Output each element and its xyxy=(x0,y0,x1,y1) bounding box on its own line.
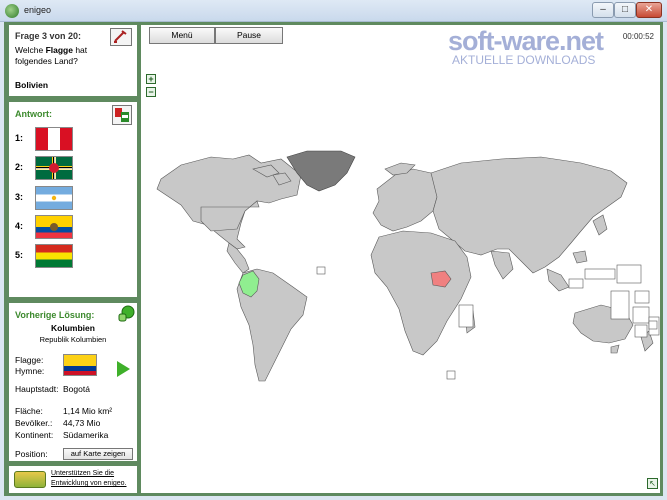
map-area[interactable]: Menü Pause 00:00:52 soft-ware.net AKTUEL… xyxy=(141,25,660,493)
flag-argentina[interactable] xyxy=(35,186,73,210)
population-label: Bevölker.: xyxy=(15,418,53,428)
previous-solution-panel: Vorherige Lösung: Kolumbien Republik Kol… xyxy=(9,303,137,461)
continent-label: Kontinent: xyxy=(15,430,54,440)
flag-mode-icon[interactable] xyxy=(112,105,132,125)
answer-number: 5: xyxy=(15,250,24,260)
support-link[interactable]: Unterstützen Sie die Entwicklung von eni… xyxy=(51,469,135,489)
africa xyxy=(370,230,472,356)
answer-number: 3: xyxy=(15,192,24,202)
expand-map-icon[interactable]: ↖ xyxy=(647,478,658,489)
flag-dominica[interactable] xyxy=(35,156,73,180)
watermark-tagline: AKTUELLE DOWNLOADS xyxy=(452,53,596,67)
zoom-out-button[interactable]: − xyxy=(146,87,156,97)
minimize-button[interactable]: – xyxy=(592,2,614,18)
flag-peru[interactable] xyxy=(35,127,73,151)
app-icon xyxy=(5,4,19,18)
flag-bolivia[interactable] xyxy=(35,244,73,268)
window-title: enigeo xyxy=(24,5,52,15)
title-bar: enigeo – □ ✕ xyxy=(0,0,667,22)
world-map[interactable] xyxy=(141,25,660,493)
play-anthem-icon[interactable] xyxy=(117,361,130,377)
skip-question-icon[interactable] xyxy=(110,28,132,46)
answer-title: Antwort: xyxy=(15,109,52,119)
support-panel: Unterstützen Sie die Entwicklung von eni… xyxy=(9,466,137,493)
flag-label: Flagge: xyxy=(15,355,44,365)
zoom-in-button[interactable]: + xyxy=(146,74,156,84)
timer: 00:00:52 xyxy=(622,32,654,41)
close-button[interactable]: ✕ xyxy=(636,2,662,18)
pause-button[interactable]: Pause xyxy=(215,27,283,44)
show-on-map-button[interactable]: auf Karte zeigen xyxy=(63,448,133,460)
europe xyxy=(372,168,442,232)
answer-number: 4: xyxy=(15,221,24,231)
app-client: Frage 3 von 20: Welche Flagge hat folgen… xyxy=(4,22,663,496)
north-america xyxy=(156,154,302,250)
population-value: 44,73 Mio xyxy=(63,418,101,428)
answer-number: 1: xyxy=(15,133,24,143)
position-label: Position: xyxy=(15,449,48,459)
maximize-button[interactable]: □ xyxy=(614,2,636,18)
capital-value: Bogotá xyxy=(63,384,90,394)
previous-title: Vorherige Lösung: xyxy=(15,310,95,320)
flag-ecuador[interactable] xyxy=(35,215,73,239)
answer-panel: Antwort: 1: 2: 3: 4: 5: xyxy=(9,102,137,297)
area-value: 1,14 Mio km² xyxy=(63,406,113,416)
question-title: Frage 3 von 20: xyxy=(15,31,82,41)
menu-button[interactable]: Menü xyxy=(149,27,215,44)
question-panel: Frage 3 von 20: Welche Flagge hat folgen… xyxy=(9,25,137,96)
area-label: Fläche: xyxy=(15,406,43,416)
previous-country-name: Kolumbien xyxy=(51,323,95,333)
previous-country-full-name: Republik Kolumbien xyxy=(39,335,107,344)
continent-value: Südamerika xyxy=(63,430,109,440)
capital-label: Hauptstadt: xyxy=(15,384,59,394)
money-icon xyxy=(14,471,46,488)
question-country: Bolivien xyxy=(15,80,49,90)
flag-colombia xyxy=(63,354,97,376)
anthem-label: Hymne: xyxy=(15,366,45,376)
thumbs-up-icon xyxy=(117,305,135,323)
question-text: Welche Flagge hat folgendes Land? xyxy=(15,45,88,66)
answer-number: 2: xyxy=(15,162,24,172)
